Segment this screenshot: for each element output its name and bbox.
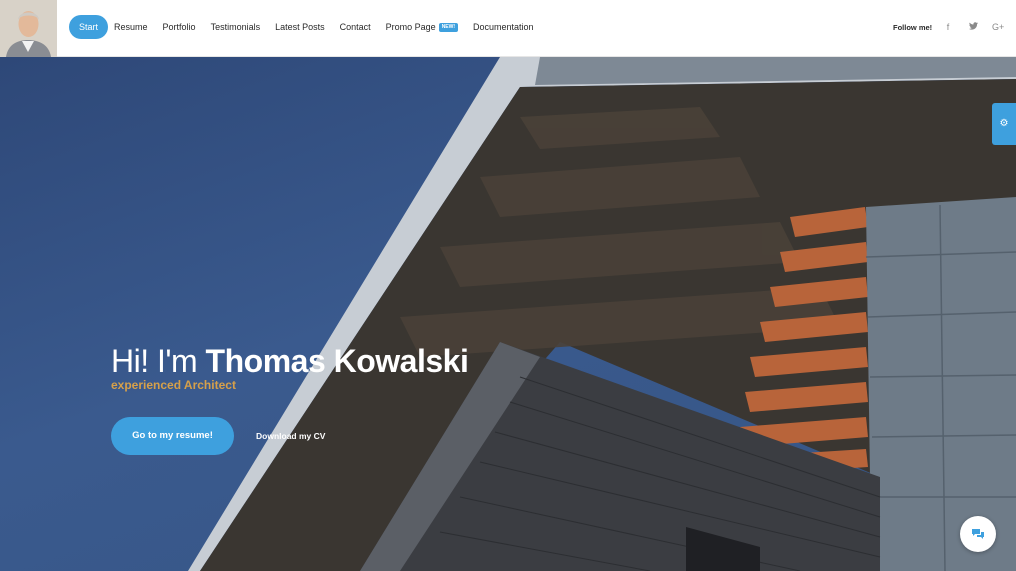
nav-item-documentation[interactable]: Documentation [473, 15, 534, 39]
chat-button[interactable] [960, 516, 996, 552]
building-photo [188, 57, 1016, 571]
nav-item-testimonials[interactable]: Testimonials [211, 15, 261, 39]
nav-item-contact[interactable]: Contact [340, 15, 371, 39]
avatar[interactable] [0, 0, 57, 57]
follow-label: Follow me! [893, 23, 933, 32]
chat-icon [972, 528, 984, 539]
hero-heading: Hi! I'm Thomas Kowalski [111, 343, 469, 380]
facebook-icon[interactable]: f [942, 22, 954, 32]
top-header: Start Resume Portfolio Testimonials Late… [0, 0, 1016, 57]
hero-section: Hi! I'm Thomas Kowalski experienced Arch… [0, 57, 1016, 571]
nav-item-start[interactable]: Start [69, 15, 109, 39]
settings-tab[interactable]: ⚙ [992, 103, 1016, 145]
nav-item-latest-posts[interactable]: Latest Posts [275, 15, 325, 39]
nav-item-promo-page[interactable]: Promo Page NEW! [385, 15, 459, 39]
gear-icon: ⚙ [999, 118, 1009, 129]
hero-tagline: experienced Architect [111, 378, 236, 392]
nav-item-label: Promo Page [385, 22, 436, 32]
nav-item-resume[interactable]: Resume [114, 15, 148, 39]
google-plus-icon[interactable]: G+ [992, 22, 1004, 32]
hero-name: Thomas Kowalski [205, 343, 469, 379]
new-badge: NEW! [438, 23, 459, 33]
greeting-text: Hi! I'm [111, 343, 198, 379]
main-nav: Start Resume Portfolio Testimonials Late… [69, 15, 549, 39]
nav-item-portfolio[interactable]: Portfolio [163, 15, 196, 39]
go-to-resume-button[interactable]: Go to my resume! [111, 417, 234, 455]
twitter-icon[interactable] [967, 22, 979, 32]
download-cv-link[interactable]: Download my CV [256, 431, 325, 441]
